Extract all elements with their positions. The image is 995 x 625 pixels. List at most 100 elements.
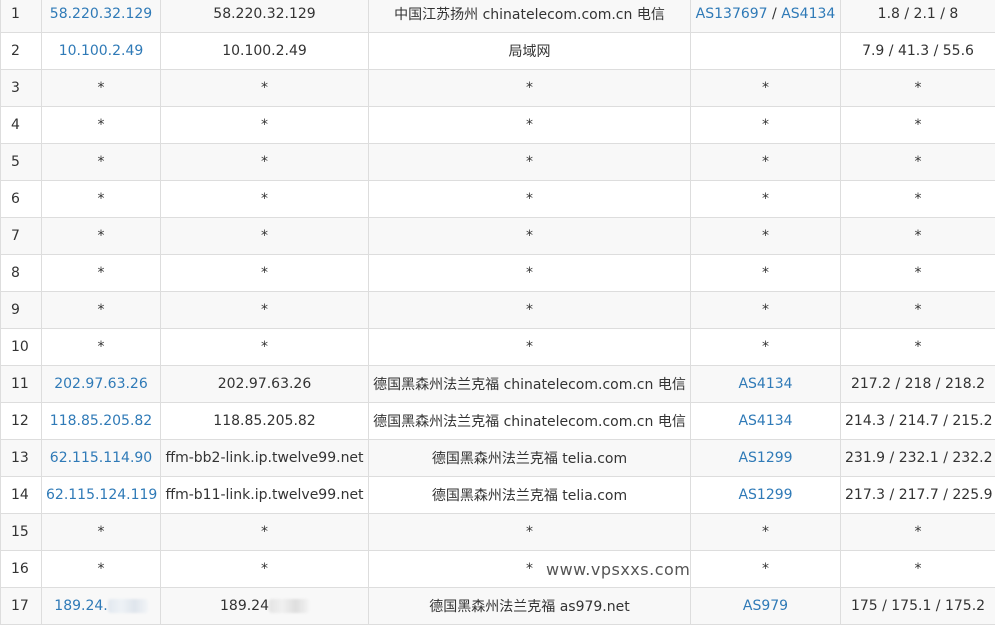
location: 中国江苏扬州 chinatelecom.com.cn 电信 [394, 7, 665, 23]
as-link[interactable]: AS4134 [781, 6, 835, 22]
as-cell: * [691, 514, 841, 551]
latency: * [915, 154, 922, 170]
hostname-cell: * [161, 292, 369, 329]
hop-number: 16 [11, 561, 29, 577]
ip-address: * [98, 524, 105, 540]
table-row: 4***** [1, 107, 995, 144]
hop-number: 6 [11, 191, 20, 207]
latency-cell: 175 / 175.1 / 175.2 [841, 588, 995, 625]
hop-number-cell: 5 [1, 144, 42, 181]
as-number: * [762, 339, 769, 355]
ip-address: * [98, 191, 105, 207]
table-row: 1 58.220.32.129 58.220.32.129 中国江苏扬州 chinat… [1, 0, 995, 33]
hop-number: 7 [11, 228, 20, 244]
table-row: 9***** [1, 292, 995, 329]
latency-cell: * [841, 329, 995, 366]
ip-address: * [98, 339, 105, 355]
hop-number: 12 [11, 413, 29, 429]
ip-link[interactable]: 189.24. [54, 598, 107, 614]
hop-number-cell: 8 [1, 255, 42, 292]
ip-link[interactable]: 58.220.32.129 [50, 6, 152, 22]
location-cell: * [369, 514, 691, 551]
hop-number: 10 [11, 339, 29, 355]
as-separator: / [768, 6, 782, 22]
ip-address: * [98, 80, 105, 96]
latency: * [915, 339, 922, 355]
hostname-cell: * [161, 107, 369, 144]
hostname: * [261, 191, 268, 207]
hop-number-cell: 7 [1, 218, 42, 255]
hostname-cell: * [161, 144, 369, 181]
location: 德国黑森州法兰克福 telia.com [432, 488, 627, 504]
hostname: * [261, 302, 268, 318]
as-link[interactable]: AS4134 [738, 413, 792, 429]
latency-cell: * [841, 181, 995, 218]
location-cell: 德国黑森州法兰克福 telia.com [369, 440, 691, 477]
location-cell: 德国黑森州法兰克福 chinatelecom.com.cn 电信 [369, 403, 691, 440]
hostname: 202.97.63.26 [218, 376, 312, 392]
ip-link[interactable]: 118.85.205.82 [50, 413, 152, 429]
latency: 217.2 / 218 / 218.2 [851, 376, 985, 392]
location-cell: 德国黑森州法兰克福 as979.net [369, 588, 691, 625]
hop-number-cell: 2 [1, 33, 42, 70]
hop-number: 11 [11, 376, 29, 392]
location-cell: 德国黑森州法兰克福 chinatelecom.com.cn 电信 [369, 366, 691, 403]
watermark: www.vpsxxs.com [546, 560, 690, 579]
hostname: 58.220.32.129 [213, 6, 315, 22]
hostname-cell: 58.220.32.129 [161, 0, 369, 33]
hop-number-cell: 14 [1, 477, 42, 514]
ip-address: * [98, 117, 105, 133]
location: * [526, 561, 533, 577]
hostname: * [261, 561, 268, 577]
as-link[interactable]: AS1299 [738, 450, 792, 466]
as-number: * [762, 302, 769, 318]
latency-cell: * [841, 551, 995, 588]
latency-cell: * [841, 70, 995, 107]
hop-number-cell: 16 [1, 551, 42, 588]
location: 德国黑森州法兰克福 as979.net [429, 599, 629, 615]
location: * [526, 265, 533, 281]
latency-cell: * [841, 144, 995, 181]
latency: * [915, 228, 922, 244]
hostname: 10.100.2.49 [222, 43, 307, 59]
as-cell: AS4134 [691, 366, 841, 403]
latency: * [915, 80, 922, 96]
hop-number: 5 [11, 154, 20, 170]
ip-cell: 58.220.32.129 [42, 0, 161, 33]
ip-link[interactable]: 10.100.2.49 [59, 43, 144, 59]
as-cell: * [691, 70, 841, 107]
as-link[interactable]: AS1299 [738, 487, 792, 503]
as-cell: * [691, 181, 841, 218]
hop-number: 9 [11, 302, 20, 318]
hop-number: 1 [11, 6, 20, 22]
location-cell: 局域网 [369, 33, 691, 70]
as-cell: AS4134 [691, 403, 841, 440]
ip-address: * [98, 228, 105, 244]
hop-number-cell: 9 [1, 292, 42, 329]
latency: * [915, 191, 922, 207]
hop-number-cell: 1 [1, 0, 42, 33]
latency: * [915, 117, 922, 133]
ip-link[interactable]: 62.115.124.119 [46, 487, 157, 503]
ip-link[interactable]: 202.97.63.26 [54, 376, 148, 392]
ip-cell: 62.115.124.119 [42, 477, 161, 514]
table-row: 10***** [1, 329, 995, 366]
hostname-cell: * [161, 329, 369, 366]
latency: 217.3 / 217.7 / 225.9 [845, 487, 992, 503]
table-row: 210.100.2.4910.100.2.49局域网7.9 / 41.3 / 5… [1, 33, 995, 70]
as-cell: * [691, 292, 841, 329]
hop-number: 4 [11, 117, 20, 133]
as-link[interactable]: AS4134 [738, 376, 792, 392]
hostname-cell: ffm-b11-link.ip.twelve99.net [161, 477, 369, 514]
hop-number: 14 [11, 487, 29, 503]
hostname: * [261, 117, 268, 133]
ip-link[interactable]: 62.115.114.90 [50, 450, 152, 466]
location: 德国黑森州法兰克福 telia.com [432, 451, 627, 467]
as-link[interactable]: AS137697 [696, 6, 768, 22]
latency-cell: * [841, 218, 995, 255]
as-link[interactable]: AS979 [743, 598, 788, 614]
hostname-cell: * [161, 514, 369, 551]
location: * [526, 228, 533, 244]
hop-number: 17 [11, 598, 29, 614]
hostname: * [261, 80, 268, 96]
